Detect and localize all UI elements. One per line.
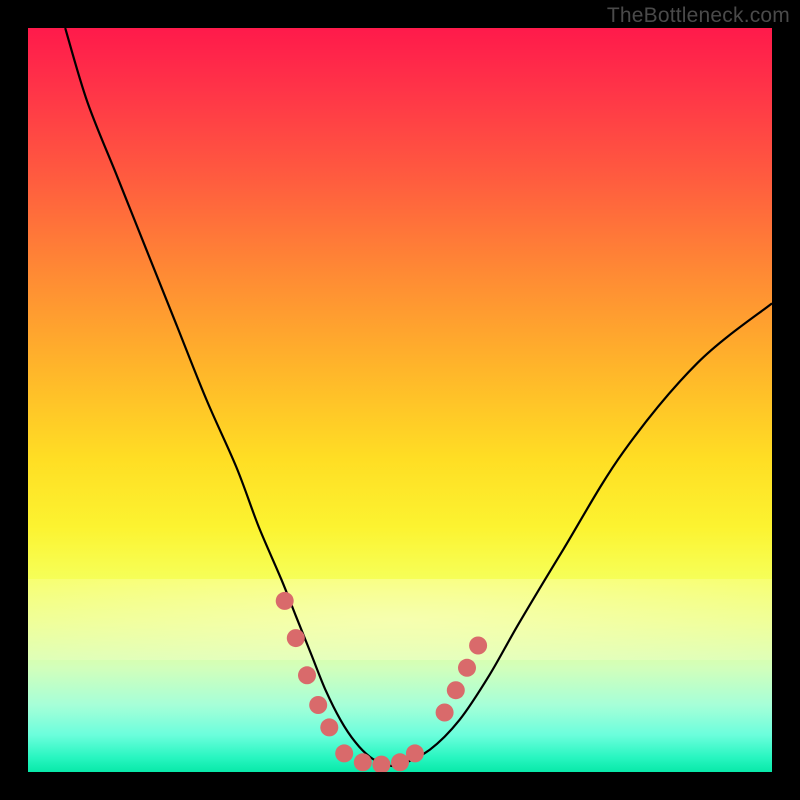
highlight-dot [320, 718, 338, 736]
plot-area [28, 28, 772, 772]
highlight-dot [436, 704, 454, 722]
highlight-dot [447, 681, 465, 699]
highlight-dot [276, 592, 294, 610]
highlight-dot [469, 637, 487, 655]
highlight-dot [458, 659, 476, 677]
highlight-dot [354, 753, 372, 771]
highlight-dots [276, 592, 487, 772]
watermark-text: TheBottleneck.com [607, 4, 790, 28]
bottleneck-curve [65, 28, 772, 766]
highlight-dot [406, 744, 424, 762]
highlight-dot [372, 756, 390, 772]
outer-frame: TheBottleneck.com [0, 0, 800, 800]
chart-svg [28, 28, 772, 772]
highlight-dot [287, 629, 305, 647]
highlight-dot [309, 696, 327, 714]
highlight-dot [335, 744, 353, 762]
highlight-dot [298, 666, 316, 684]
